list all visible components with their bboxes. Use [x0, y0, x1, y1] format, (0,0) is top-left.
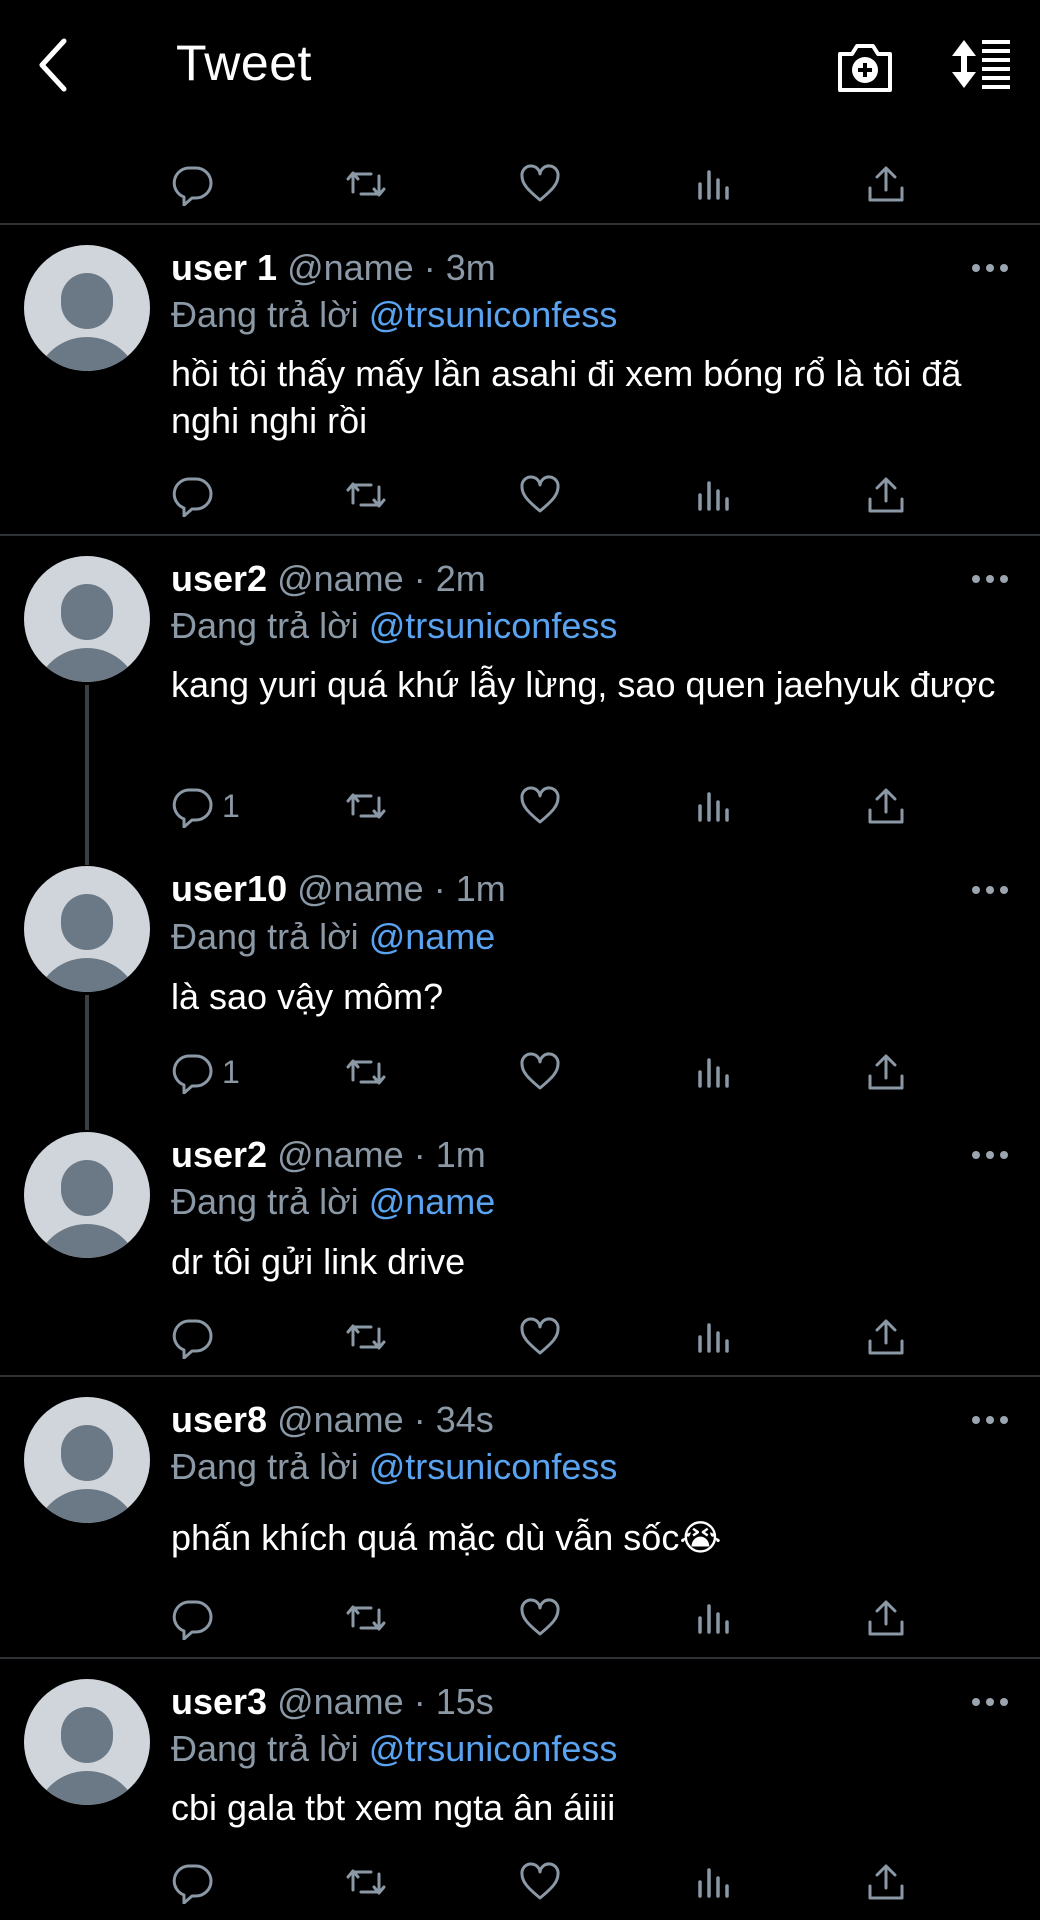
reply-icon[interactable] [170, 1050, 214, 1094]
share-icon[interactable] [864, 1860, 908, 1904]
more-icon[interactable] [972, 1151, 1008, 1161]
timestamp: · 34s [413, 1399, 494, 1440]
like-icon[interactable] [518, 1860, 562, 1904]
timestamp: · 3m [423, 247, 496, 288]
reply-to-link[interactable]: @trsuniconfess [369, 1728, 618, 1769]
timestamp: · 1m [413, 1134, 486, 1175]
avatar[interactable] [24, 556, 150, 682]
handle: @name [277, 1399, 404, 1440]
divider [0, 223, 1040, 225]
views-icon[interactable] [692, 1315, 736, 1359]
share-icon[interactable] [864, 1050, 908, 1094]
reply-prefix: Đang trả lời [171, 1181, 359, 1222]
reply-to-link[interactable]: @trsuniconfess [369, 605, 618, 646]
reply-prefix: Đang trả lời [171, 916, 359, 957]
top-bar: Tweet [0, 0, 1040, 130]
more-icon[interactable] [972, 1416, 1008, 1426]
divider [0, 1375, 1040, 1377]
divider [0, 1657, 1040, 1659]
reply-count: 1 [222, 788, 240, 824]
chevron-left-icon[interactable] [30, 35, 80, 95]
tweet-text: kang yuri quá khứ lẫy lừng, sao quen jae… [171, 664, 996, 705]
reply-to-link[interactable]: @name [369, 1181, 496, 1222]
timestamp: · 15s [413, 1681, 494, 1722]
more-icon[interactable] [972, 886, 1008, 896]
share-icon[interactable] [864, 784, 908, 828]
share-icon[interactable] [864, 162, 908, 206]
sort-lines-icon[interactable] [950, 38, 1012, 90]
views-icon[interactable] [692, 162, 736, 206]
thread-line [85, 685, 89, 865]
views-icon[interactable] [692, 784, 736, 828]
share-icon[interactable] [864, 1315, 908, 1359]
reply-icon[interactable] [170, 1860, 214, 1904]
reply-prefix: Đang trả lời [171, 605, 359, 646]
retweet-icon[interactable] [344, 1315, 388, 1359]
username[interactable]: user2 [171, 558, 267, 599]
avatar[interactable] [24, 1397, 150, 1523]
retweet-icon[interactable] [344, 1050, 388, 1094]
retweet-icon[interactable] [344, 473, 388, 517]
tweet-text: là sao vậy môm? [171, 976, 444, 1017]
handle: @name [277, 1134, 404, 1175]
timestamp: · 2m [413, 558, 486, 599]
timestamp: · 1m [433, 868, 506, 909]
tweet-text: dr tôi gửi link drive [171, 1241, 466, 1282]
handle: @name [287, 247, 414, 288]
reply-to-link[interactable]: @name [369, 916, 496, 957]
handle: @name [297, 868, 424, 909]
retweet-icon[interactable] [344, 1860, 388, 1904]
previous-tweet-actions [0, 162, 1040, 212]
reply-icon[interactable] [170, 162, 214, 206]
more-icon[interactable] [972, 264, 1008, 274]
more-icon[interactable] [972, 1698, 1008, 1708]
username[interactable]: user 1 [171, 247, 277, 288]
retweet-icon[interactable] [344, 162, 388, 206]
reply-count: 1 [222, 1054, 240, 1090]
divider [0, 534, 1040, 536]
like-icon[interactable] [518, 1050, 562, 1094]
tweet-text: cbi gala tbt xem ngta ân áiiii [171, 1787, 616, 1828]
views-icon[interactable] [692, 1860, 736, 1904]
views-icon[interactable] [692, 473, 736, 517]
share-icon[interactable] [864, 1596, 908, 1640]
avatar[interactable] [24, 1132, 150, 1258]
reply-prefix: Đang trả lời [171, 294, 359, 335]
views-icon[interactable] [692, 1050, 736, 1094]
like-icon[interactable] [518, 784, 562, 828]
retweet-icon[interactable] [344, 1596, 388, 1640]
reply-prefix: Đang trả lời [171, 1446, 359, 1487]
like-icon[interactable] [518, 1315, 562, 1359]
reply-icon[interactable] [170, 1596, 214, 1640]
reply-prefix: Đang trả lời [171, 1728, 359, 1769]
like-icon[interactable] [518, 473, 562, 517]
tweet-text: phấn khích quá mặc dù vẫn sốc😭 [171, 1517, 722, 1558]
reply-icon[interactable] [170, 1315, 214, 1359]
camera-plus-icon[interactable] [836, 38, 894, 94]
username[interactable]: user10 [171, 868, 287, 909]
username[interactable]: user2 [171, 1134, 267, 1175]
username[interactable]: user3 [171, 1681, 267, 1722]
page-title: Tweet [176, 35, 312, 91]
handle: @name [277, 1681, 404, 1722]
handle: @name [277, 558, 404, 599]
like-icon[interactable] [518, 162, 562, 206]
avatar[interactable] [24, 866, 150, 992]
username[interactable]: user8 [171, 1399, 267, 1440]
reply-icon[interactable] [170, 784, 214, 828]
like-icon[interactable] [518, 1596, 562, 1640]
retweet-icon[interactable] [344, 784, 388, 828]
reply-to-link[interactable]: @trsuniconfess [369, 294, 618, 335]
avatar[interactable] [24, 245, 150, 371]
tweet-text: hồi tôi thấy mấy lần asahi đi xem bóng r… [171, 353, 962, 441]
more-icon[interactable] [972, 575, 1008, 585]
reply-icon[interactable] [170, 473, 214, 517]
views-icon[interactable] [692, 1596, 736, 1640]
share-icon[interactable] [864, 473, 908, 517]
avatar[interactable] [24, 1679, 150, 1805]
reply-to-link[interactable]: @trsuniconfess [369, 1446, 618, 1487]
